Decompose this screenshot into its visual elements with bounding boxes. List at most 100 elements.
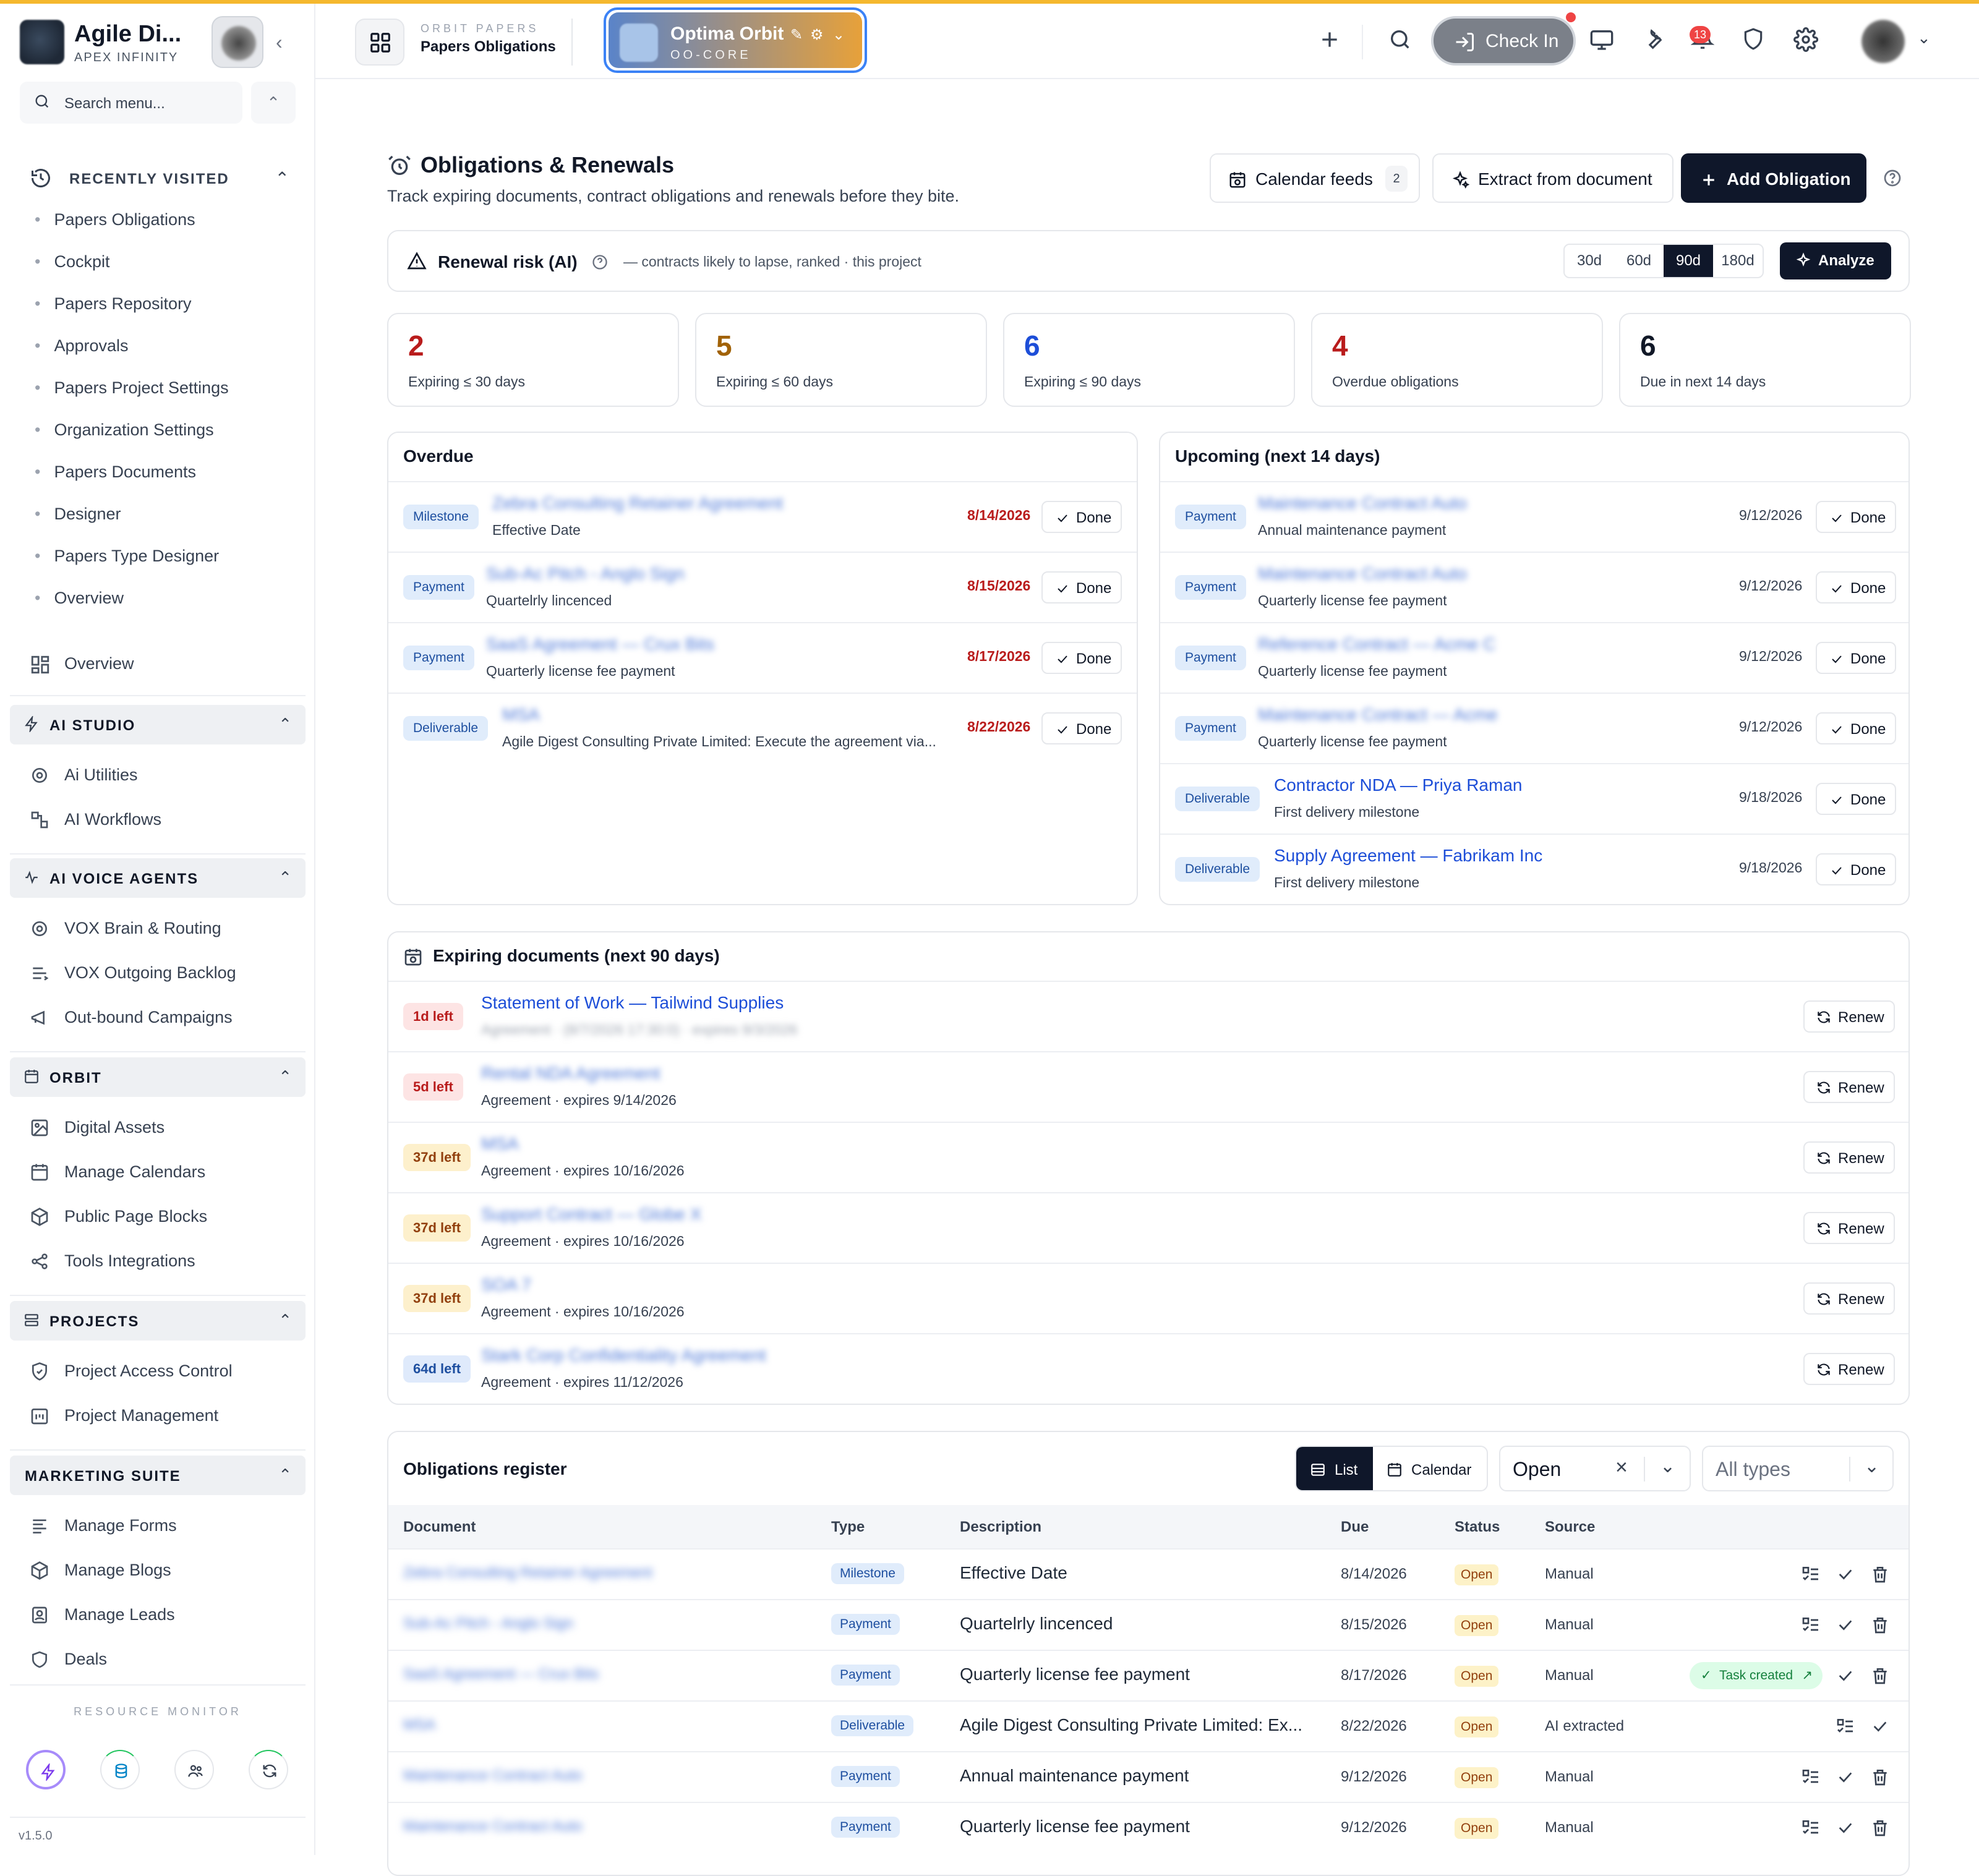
column-header[interactable]: Document	[403, 1519, 476, 1536]
workspace-avatar[interactable]	[212, 16, 263, 68]
recent-item[interactable]: Papers Obligations	[35, 210, 195, 229]
sidebar-search[interactable]: Search menu...	[20, 82, 242, 124]
table-row[interactable]: Sub-Ac Pitch - Anglo Sign Payment Quartelr…	[388, 1599, 1908, 1650]
status-filter-select[interactable]: Open × ⌄	[1499, 1446, 1691, 1491]
obligation-row[interactable]: Payment Maintenance Contract — Acme Quarte…	[1160, 693, 1908, 763]
trash-button[interactable]	[1870, 1818, 1890, 1841]
column-header[interactable]: Type	[831, 1519, 865, 1536]
mark-done-button[interactable]: Done	[1041, 712, 1122, 744]
plus-icon[interactable]	[1317, 27, 1342, 52]
range-option-90d[interactable]: 90d	[1664, 245, 1713, 277]
sidebar-item[interactable]: AI Workflows	[30, 806, 302, 834]
document-title-link[interactable]: Contractor NDA — Priya Raman	[1274, 775, 1522, 795]
document-title-link[interactable]: Maintenance Contract Auto	[1258, 564, 1467, 584]
view-calendar-button[interactable]: Calendar	[1373, 1447, 1487, 1490]
recent-item[interactable]: Overview	[35, 589, 124, 608]
sidebar-item[interactable]: Manage Blogs	[30, 1557, 302, 1584]
check-button[interactable]	[1836, 1666, 1855, 1689]
clear-icon[interactable]: ×	[1615, 1456, 1628, 1480]
sidebar-item[interactable]: Manage Leads	[30, 1601, 302, 1629]
check-in-button[interactable]: Check In	[1431, 16, 1576, 66]
column-header[interactable]: Status	[1455, 1519, 1500, 1536]
sync-monitor-icon[interactable]	[249, 1750, 288, 1789]
document-title-link[interactable]: Stark Corp Confidentiality Agreement	[481, 1345, 766, 1365]
recent-item[interactable]: Papers Repository	[35, 294, 191, 313]
sidebar-item[interactable]: Out-bound Campaigns	[30, 1004, 302, 1031]
create-task-button[interactable]	[1801, 1818, 1821, 1841]
document-title-link[interactable]: Supply Agreement — Fabrikam Inc	[1274, 846, 1542, 866]
document-title-link[interactable]: Support Contract — Globe X	[481, 1204, 701, 1224]
stat-card[interactable]: 6 Due in next 14 days	[1619, 313, 1911, 407]
range-option-30d[interactable]: 30d	[1565, 245, 1614, 277]
expiring-document-row[interactable]: 5d left Rental NDA Agreement Agreement · e…	[388, 1051, 1908, 1122]
document-link[interactable]: MSA	[403, 1716, 435, 1734]
obligation-row[interactable]: Milestone Zebra Consulting Retainer Agree…	[388, 481, 1137, 552]
table-row[interactable]: Maintenance Contract Auto Payment Quarterl…	[388, 1802, 1908, 1853]
user-avatar[interactable]	[1861, 20, 1905, 63]
orbit-switcher[interactable]: Optima Orbit OO-CORE ✎ ⚙ ⌄	[604, 7, 867, 73]
document-link[interactable]: Maintenance Contract Auto	[403, 1767, 583, 1784]
table-row[interactable]: MSA Deliverable Agile Digest Consulting Pr…	[388, 1700, 1908, 1751]
document-title-link[interactable]: Zebra Consulting Retainer Agreement	[492, 493, 783, 513]
type-filter-select[interactable]: All types ⌄	[1702, 1446, 1894, 1491]
expiring-document-row[interactable]: 37d left Support Contract — Globe X Agreem…	[388, 1192, 1908, 1263]
chevron-down-icon[interactable]: ⌄	[1864, 1456, 1879, 1477]
extract-from-document-button[interactable]: Extract from document	[1432, 153, 1673, 203]
document-title-link[interactable]: SaaS Agreement — Crux Bits	[486, 634, 714, 654]
check-button[interactable]	[1836, 1818, 1855, 1841]
recent-item[interactable]: Cockpit	[35, 252, 109, 271]
trash-button[interactable]	[1870, 1767, 1890, 1790]
users-monitor-icon[interactable]	[174, 1750, 214, 1789]
expiring-document-row[interactable]: 37d left MSA Agreement · expires 10/16/202…	[388, 1122, 1908, 1192]
add-obligation-button[interactable]: Add Obligation	[1681, 153, 1866, 203]
document-title-link[interactable]: MSA	[502, 705, 540, 725]
sidebar-item[interactable]: Project Access Control	[30, 1358, 302, 1385]
table-row[interactable]: Zebra Consulting Retainer Agreement Miles…	[388, 1548, 1908, 1599]
mark-done-button[interactable]: Done	[1041, 571, 1122, 603]
column-header[interactable]: Due	[1341, 1519, 1369, 1536]
sidebar-item[interactable]: Project Management	[30, 1402, 302, 1430]
recent-item[interactable]: Designer	[35, 505, 121, 524]
mark-done-button[interactable]: Done	[1816, 853, 1896, 885]
trash-button[interactable]	[1870, 1564, 1890, 1587]
check-button[interactable]	[1870, 1716, 1890, 1739]
document-title-link[interactable]: Reference Contract — Acme C	[1258, 634, 1495, 654]
sidebar-item[interactable]: VOX Brain & Routing	[30, 915, 302, 942]
sidebar-item[interactable]: Public Page Blocks	[30, 1203, 302, 1230]
stat-card[interactable]: 4 Overdue obligations	[1311, 313, 1603, 407]
renew-button[interactable]: Renew	[1803, 1141, 1895, 1174]
expiring-document-row[interactable]: 37d left SOA 7 Agreement · expires 10/16/2…	[388, 1263, 1908, 1333]
mark-done-button[interactable]: Done	[1816, 501, 1896, 533]
analyze-button[interactable]: Analyze	[1780, 242, 1891, 279]
section-header-ai-studio[interactable]: AI STUDIO ⌃	[10, 705, 306, 744]
chevron-down-icon[interactable]: ⌄	[1660, 1456, 1675, 1477]
edit-icon[interactable]: ✎	[790, 26, 803, 44]
renew-button[interactable]: Renew	[1803, 1000, 1895, 1033]
wrench-icon[interactable]	[1640, 27, 1664, 51]
trash-button[interactable]	[1870, 1666, 1890, 1689]
trash-button[interactable]	[1870, 1615, 1890, 1638]
mark-done-button[interactable]: Done	[1041, 501, 1122, 533]
document-title-link[interactable]: Sub-Ac Pitch - Anglo Sign	[486, 564, 685, 584]
document-title-link[interactable]: Rental NDA Agreement	[481, 1064, 660, 1083]
sidebar-item[interactable]: Manage Calendars	[30, 1159, 302, 1186]
sidebar-item[interactable]: Ai Utilities	[30, 762, 302, 789]
chevron-up-icon[interactable]: ⌃	[251, 82, 296, 124]
recent-item[interactable]: Organization Settings	[35, 420, 213, 440]
section-header-projects[interactable]: PROJECTS ⌃	[10, 1301, 306, 1341]
range-option-60d[interactable]: 60d	[1614, 245, 1664, 277]
view-list-button[interactable]: List	[1296, 1447, 1373, 1490]
help-icon[interactable]	[591, 254, 609, 271]
stat-card[interactable]: 2 Expiring ≤ 30 days	[387, 313, 679, 407]
document-title-link[interactable]: Statement of Work — Tailwind Supplies	[481, 993, 784, 1013]
obligation-row[interactable]: Payment Sub-Ac Pitch - Anglo Sign Quartelr…	[388, 552, 1137, 622]
document-link[interactable]: Zebra Consulting Retainer Agreement	[403, 1564, 652, 1582]
renew-button[interactable]: Renew	[1803, 1071, 1895, 1103]
section-header-orbit[interactable]: ORBIT ⌃	[10, 1057, 306, 1097]
create-task-button[interactable]	[1801, 1615, 1821, 1638]
section-header-ai-voice-agents[interactable]: AI VOICE AGENTS ⌃	[10, 858, 306, 898]
create-task-button[interactable]	[1801, 1564, 1821, 1587]
document-title-link[interactable]: MSA	[481, 1134, 519, 1154]
stat-card[interactable]: 6 Expiring ≤ 90 days	[1003, 313, 1295, 407]
sidebar-item[interactable]: Digital Assets	[30, 1114, 302, 1141]
